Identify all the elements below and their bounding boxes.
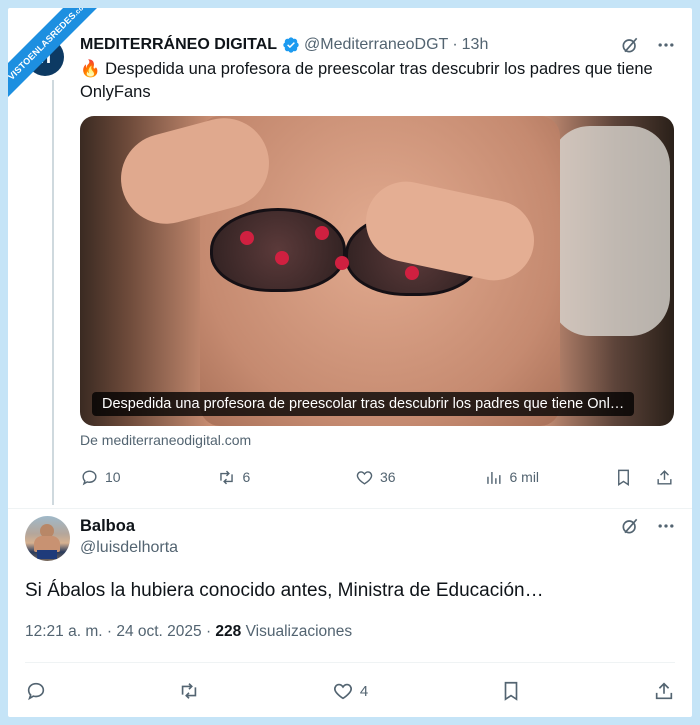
- divider: [8, 508, 692, 509]
- reply-text: Si Ábalos la hubiera conocido antes, Min…: [25, 580, 544, 601]
- reply-timestamp[interactable]: 12:21 a. m. · 24 oct. 2025 ·: [25, 623, 211, 640]
- fire-emoji: 🔥: [80, 60, 101, 78]
- verified-badge-icon: [283, 37, 299, 53]
- divider: [25, 662, 675, 663]
- heart-icon: [356, 470, 373, 485]
- author-name[interactable]: MEDITERRÁNEO DIGITAL: [80, 36, 277, 54]
- thread-line: [52, 80, 54, 505]
- reply-author-name[interactable]: Balboa: [80, 517, 135, 536]
- media-flower: [240, 231, 254, 245]
- like-count: 36: [379, 469, 396, 485]
- reply-header: Balboa: [80, 516, 676, 536]
- retweet-icon: [182, 683, 197, 699]
- bookmark-icon: [504, 681, 517, 701]
- share-button[interactable]: [653, 680, 675, 702]
- media-flower: [275, 251, 289, 265]
- reply-button[interactable]: [25, 680, 47, 702]
- bookmark-icon[interactable]: [614, 468, 633, 487]
- reply-actions: 4: [25, 679, 675, 703]
- reply-avatar[interactable]: [25, 516, 70, 561]
- tweet-media[interactable]: Despedida una profesora de preescolar tr…: [80, 116, 674, 426]
- reply-icon: [27, 682, 45, 701]
- avatar-shorts: [37, 550, 57, 559]
- views-icon: [487, 471, 502, 484]
- reply-count: 10: [105, 469, 121, 485]
- media-background-pillow: [550, 126, 670, 336]
- views-count: 6 mil: [509, 469, 540, 485]
- author-handle[interactable]: @MediterraneoDGT: [304, 36, 448, 54]
- timestamp[interactable]: 13h: [462, 36, 489, 54]
- reply-views-label: Visualizaciones: [245, 623, 353, 640]
- separator-dot: ·: [452, 36, 458, 53]
- tweet-header: MEDITERRÁNEO DIGITAL @MediterraneoDGT · …: [80, 34, 676, 56]
- more-icon[interactable]: [656, 35, 676, 55]
- like-button[interactable]: 36: [355, 468, 485, 487]
- reply-icon: [82, 469, 97, 485]
- share-icon[interactable]: [655, 468, 674, 487]
- like-button[interactable]: 4: [332, 680, 368, 702]
- media-flower: [315, 226, 329, 240]
- heart-icon: [333, 683, 352, 700]
- tweet-card: VISTOENLASREDES.com n MEDITERRÁNEO DIGIT…: [8, 8, 692, 717]
- views-button[interactable]: 6 mil: [484, 468, 614, 487]
- retweet-button[interactable]: [178, 680, 200, 702]
- reply-meta: 12:21 a. m. · 24 oct. 2025 · 228 Visuali…: [25, 623, 352, 641]
- reply-views-count: 228: [215, 623, 242, 640]
- reply-like-count: 4: [359, 682, 369, 700]
- tweet-text: 🔥 Despedida una profesora de preescolar …: [80, 60, 653, 101]
- more-icon[interactable]: [656, 516, 676, 536]
- retweet-count: 6: [242, 469, 251, 485]
- media-caption: Despedida una profesora de preescolar tr…: [92, 392, 635, 416]
- media-flower: [405, 266, 419, 280]
- retweet-icon: [220, 470, 234, 484]
- media-bra-left: [210, 208, 346, 292]
- tweet-actions: 10 6 36 6 mil: [80, 466, 674, 488]
- link-source[interactable]: De mediterraneodigital.com: [80, 432, 251, 448]
- media-flower: [335, 256, 349, 270]
- retweet-button[interactable]: 6: [217, 468, 354, 487]
- reply-button[interactable]: 10: [80, 468, 217, 487]
- grok-icon[interactable]: [620, 35, 640, 55]
- grok-icon[interactable]: [620, 516, 640, 536]
- bookmark-button[interactable]: [500, 680, 522, 702]
- share-icon: [655, 682, 673, 700]
- reply-author-handle[interactable]: @luisdelhorta: [80, 539, 178, 557]
